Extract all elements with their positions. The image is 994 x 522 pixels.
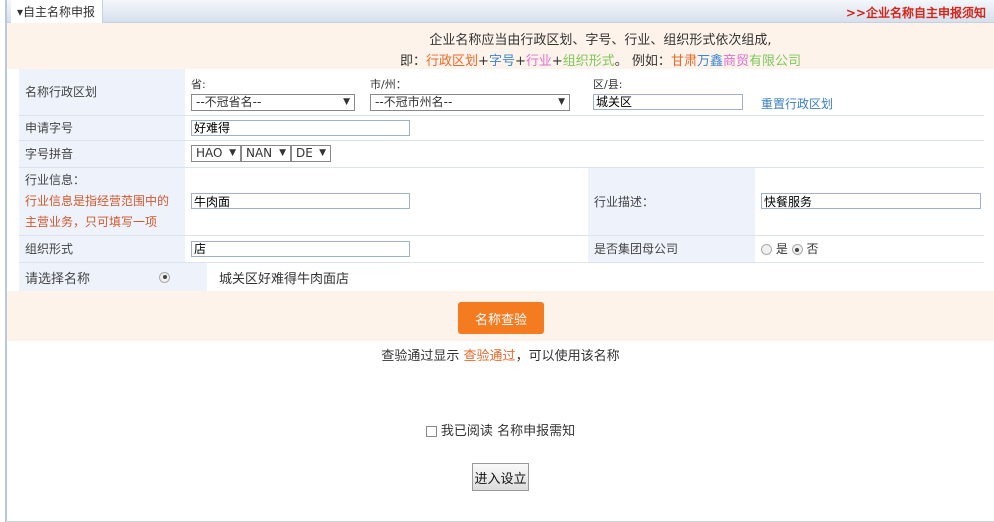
name-form: 名称行政区划 省: --不冠省名-- ▼ 市/州： --不冠市州名-- ▼ 区/县:… bbox=[19, 69, 984, 293]
group-no-radio[interactable] bbox=[791, 244, 803, 255]
city-label: 市/州： bbox=[370, 77, 407, 91]
pinyin-select-2[interactable]: NAN ▼ bbox=[241, 145, 291, 162]
group-no-label: 否 bbox=[806, 242, 819, 256]
group-company-label: 是否集团母公司 bbox=[588, 235, 755, 263]
city-select[interactable]: --不冠市州名-- ▼ bbox=[370, 93, 570, 111]
group-yes-radio[interactable] bbox=[761, 244, 772, 255]
org-input[interactable] bbox=[191, 240, 410, 257]
province-select[interactable]: --不冠省名-- ▼ bbox=[191, 93, 355, 111]
brand-input[interactable] bbox=[191, 119, 410, 136]
agree-row: 我已阅读 名称申报需知 bbox=[7, 420, 994, 439]
check-name-button[interactable]: 名称查验 bbox=[458, 302, 544, 334]
choose-name-cell: 请选择名称 bbox=[19, 262, 185, 293]
pinyin-select-1[interactable]: HAO ▼ bbox=[191, 145, 241, 162]
check-hint: 查验通过显示 查验通过，可以使用该名称 bbox=[381, 349, 620, 364]
reset-region-link[interactable]: 重置行政区划 bbox=[761, 95, 833, 112]
industry-label-cell: 行业信息： 行业信息是指经营范围中的 主营业务，只可填写一项 bbox=[19, 167, 185, 236]
org-label: 组织形式 bbox=[19, 235, 185, 263]
intro-banner: 企业名称应当由行政区划、字号、行业、组织形式依次组成, 即：行政区划+字号+行业… bbox=[7, 23, 994, 69]
industry-desc-label: 行业描述： bbox=[588, 167, 755, 236]
region-label: 名称行政区划 bbox=[19, 69, 185, 116]
dropdown-arrow-icon: ▼ bbox=[558, 96, 565, 107]
header-bar: ▾自主名称申报 >>企业名称自主申报须知 bbox=[7, 0, 994, 23]
notice-link[interactable]: >>企业名称自主申报须知 bbox=[846, 4, 986, 21]
district-label: 区/县: bbox=[593, 77, 623, 91]
dropdown-arrow-icon: ▼ bbox=[343, 96, 350, 107]
group-yes-label: 是 bbox=[775, 242, 788, 256]
choose-name-radio[interactable] bbox=[159, 271, 170, 283]
province-label: 省: bbox=[191, 77, 206, 91]
tab-self-report[interactable]: ▾自主名称申报 bbox=[11, 0, 103, 23]
industry-input[interactable] bbox=[191, 193, 410, 209]
agree-checkbox[interactable] bbox=[425, 426, 437, 437]
intro-line1: 企业名称应当由行政区划、字号、行业、组织形式依次组成, bbox=[429, 33, 772, 48]
enter-setup-button[interactable]: 进入设立 bbox=[472, 463, 529, 491]
district-input[interactable] bbox=[593, 93, 743, 110]
industry-desc-input[interactable] bbox=[761, 193, 981, 209]
industry-hint-2: 主营业务，只可填写一项 bbox=[25, 214, 158, 229]
pinyin-label: 字号拼音 bbox=[19, 140, 185, 168]
choose-name-label: 请选择名称 bbox=[25, 271, 91, 287]
generated-name: 城关区好难得牛肉面店 bbox=[185, 262, 984, 293]
row-region: 名称行政区划 省: --不冠省名-- ▼ 市/州： --不冠市州名-- ▼ 区/县:… bbox=[19, 69, 984, 116]
industry-hint: 行业信息是指经营范围中的 bbox=[25, 193, 170, 208]
pinyin-select-3[interactable]: DE ▼ bbox=[291, 145, 331, 162]
main-frame: ▾自主名称申报 >>企业名称自主申报须知 企业名称应当由行政区划、字号、行业、组… bbox=[5, 0, 994, 522]
brand-label: 申请字号 bbox=[19, 115, 185, 141]
industry-label: 行业信息： bbox=[25, 172, 86, 187]
agree-notice-link[interactable]: 名称申报需知 bbox=[497, 424, 575, 439]
